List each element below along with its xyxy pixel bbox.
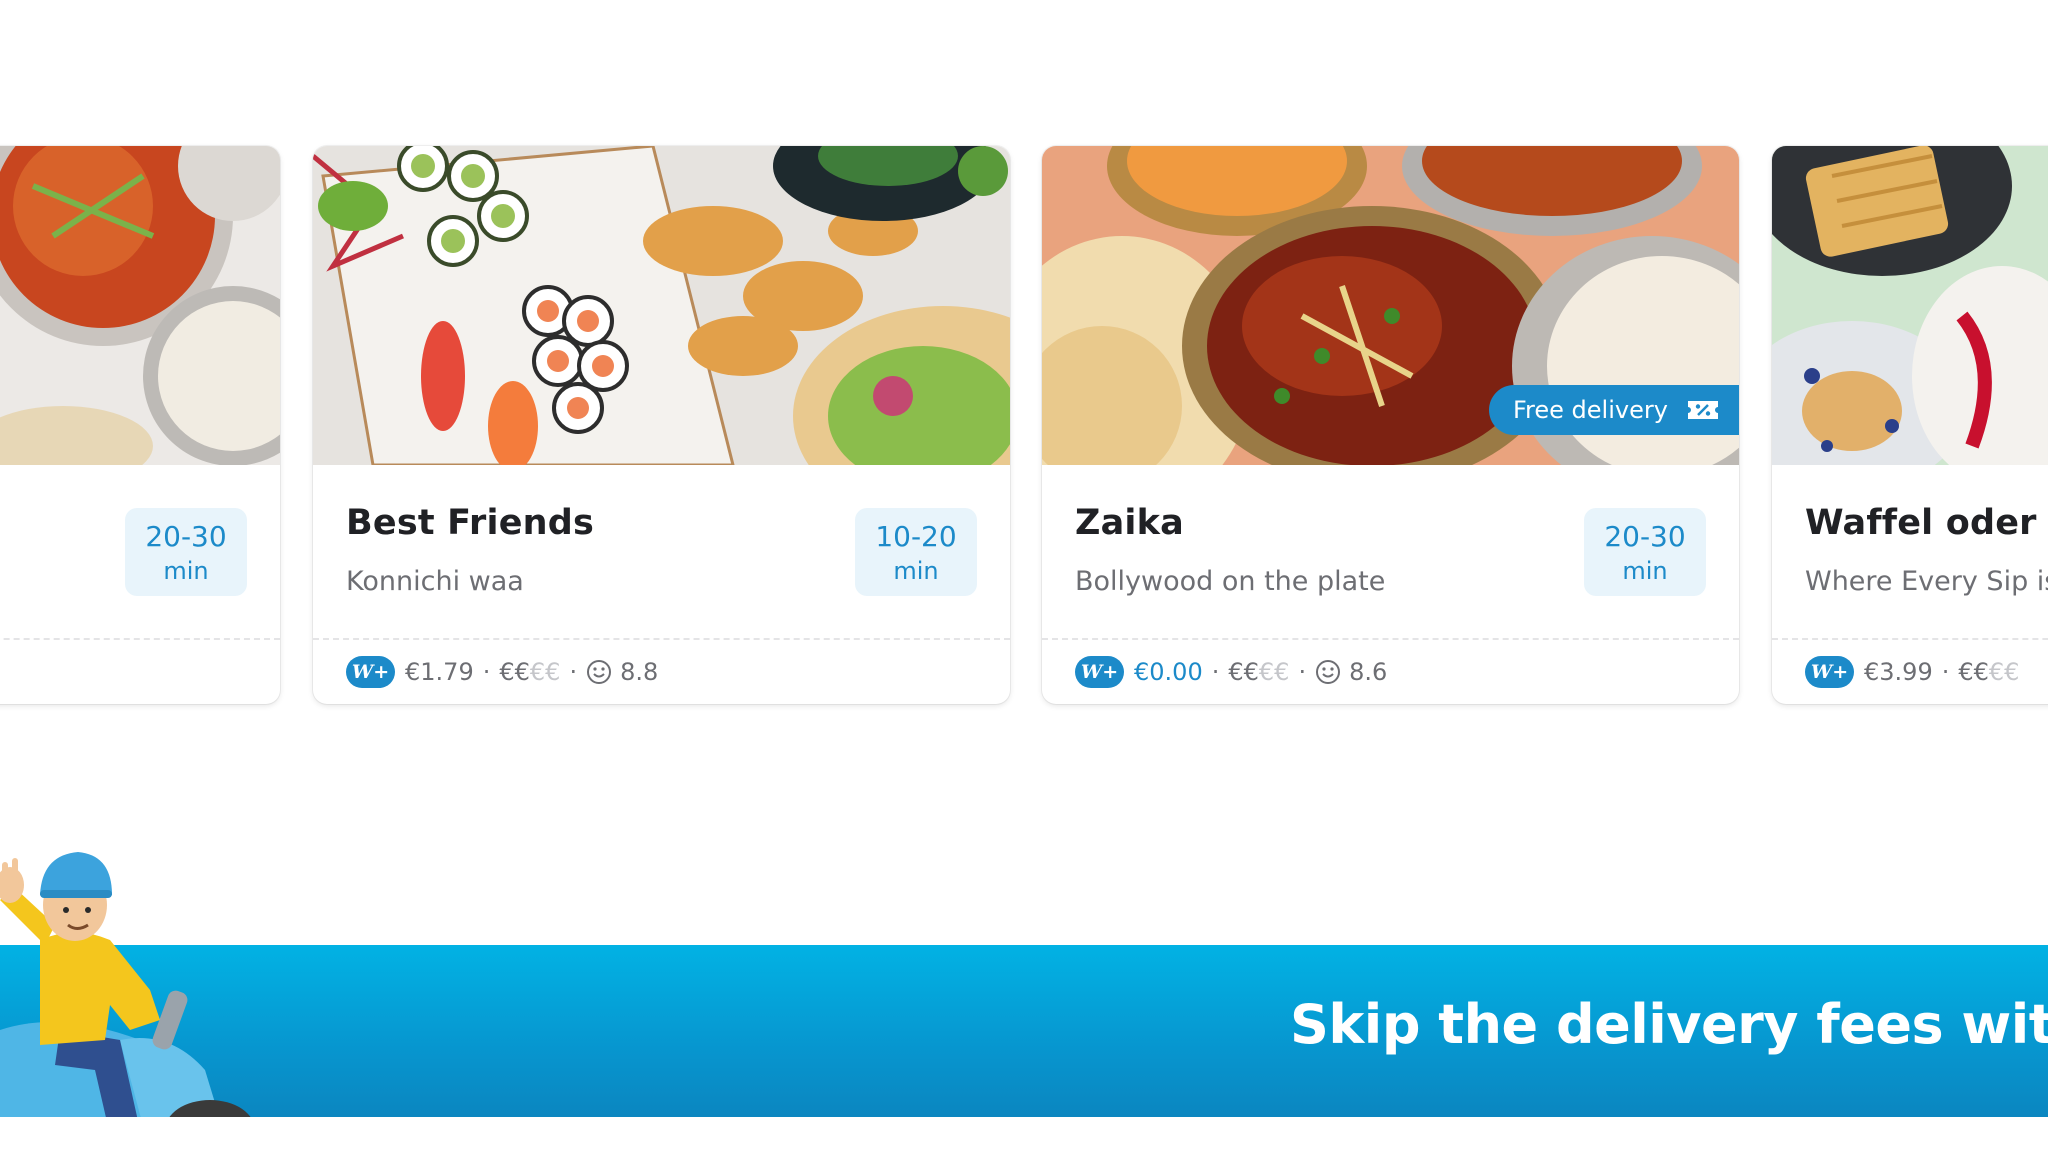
venue-card[interactable]: Free delivery Zaika Bollywood on the pla… — [1042, 146, 1739, 704]
venue-name: Zaika — [1075, 503, 1184, 543]
venue-meta-row: W+ €3.99 · €€ €€ — [1805, 652, 2019, 692]
venue-photo — [313, 146, 1010, 465]
venue-photo — [1772, 146, 2048, 465]
venue-tagline: Bollywood on the plate — [1075, 566, 1386, 597]
eta-range: 10-20 — [875, 520, 957, 553]
eta-unit: min — [163, 557, 209, 585]
price-level-active: €€ — [1958, 658, 1989, 686]
venue-card[interactable]: Best Friends Konnichi waa 10-20 min W+ €… — [313, 146, 1010, 704]
venue-carousel-page: 20-30 min Best Friends Konnichi waa 10-2… — [0, 0, 2048, 1152]
wolt-plus-badge-icon: W+ — [1075, 656, 1124, 688]
smiley-rating-icon — [587, 660, 612, 684]
separator: · — [1941, 658, 1950, 686]
venue-card[interactable]: Waffel oder Be Where Every Sip is W+ €3.… — [1772, 146, 2048, 704]
price-level-inactive: €€ — [1988, 658, 2020, 686]
smiley-rating-icon — [1316, 660, 1341, 684]
delivery-fee: €3.99 — [1864, 658, 1933, 686]
price-level-active: €€ — [1228, 658, 1259, 686]
venue-rating: 8.6 — [1349, 658, 1388, 686]
card-divider — [0, 638, 280, 640]
delivery-fee: €0.00 — [1134, 658, 1203, 686]
separator: · — [482, 658, 491, 686]
courier-mascot-illustration — [0, 852, 255, 1152]
delivery-eta-badge: 10-20 min — [855, 508, 977, 596]
promo-label: Free delivery — [1513, 396, 1668, 424]
venue-tagline: Where Every Sip is — [1805, 566, 2048, 597]
separator: · — [569, 658, 578, 686]
venue-photo — [0, 146, 280, 465]
wolt-plus-promo-banner[interactable]: Skip the delivery fees with Wo — [0, 945, 2048, 1117]
eta-unit: min — [893, 557, 939, 585]
eta-range: 20-30 — [145, 520, 227, 553]
venue-meta-row: W+ €0.00 · €€ €€ · 8.6 — [1075, 652, 1387, 692]
price-level-active: €€ — [499, 658, 530, 686]
price-level-inactive: €€ — [1258, 658, 1290, 686]
ticket-percent-icon — [1687, 401, 1718, 419]
wolt-plus-badge-icon: W+ — [1805, 656, 1854, 688]
free-delivery-promo-badge: Free delivery — [1489, 385, 1739, 435]
separator: · — [1211, 658, 1220, 686]
venue-name: Waffel oder Be — [1805, 503, 2048, 543]
separator: · — [1298, 658, 1307, 686]
venue-card[interactable]: 20-30 min — [0, 146, 280, 704]
eta-range: 20-30 — [1604, 520, 1686, 553]
venue-meta-row: W+ €1.79 · €€ €€ · 8.8 — [346, 652, 658, 692]
card-divider — [313, 638, 1010, 640]
wolt-plus-badge-icon: W+ — [346, 656, 395, 688]
banner-headline: Skip the delivery fees with Wo — [1290, 993, 2048, 1056]
page-bottom-edge — [0, 1117, 2048, 1152]
card-divider — [1772, 638, 2048, 640]
venue-rating: 8.8 — [620, 658, 659, 686]
card-divider — [1042, 638, 1739, 640]
delivery-eta-badge: 20-30 min — [1584, 508, 1706, 596]
delivery-fee: €1.79 — [405, 658, 474, 686]
venue-name: Best Friends — [346, 503, 595, 543]
eta-unit: min — [1622, 557, 1668, 585]
price-level-inactive: €€ — [529, 658, 561, 686]
venue-tagline: Konnichi waa — [346, 566, 524, 597]
delivery-eta-badge: 20-30 min — [125, 508, 247, 596]
